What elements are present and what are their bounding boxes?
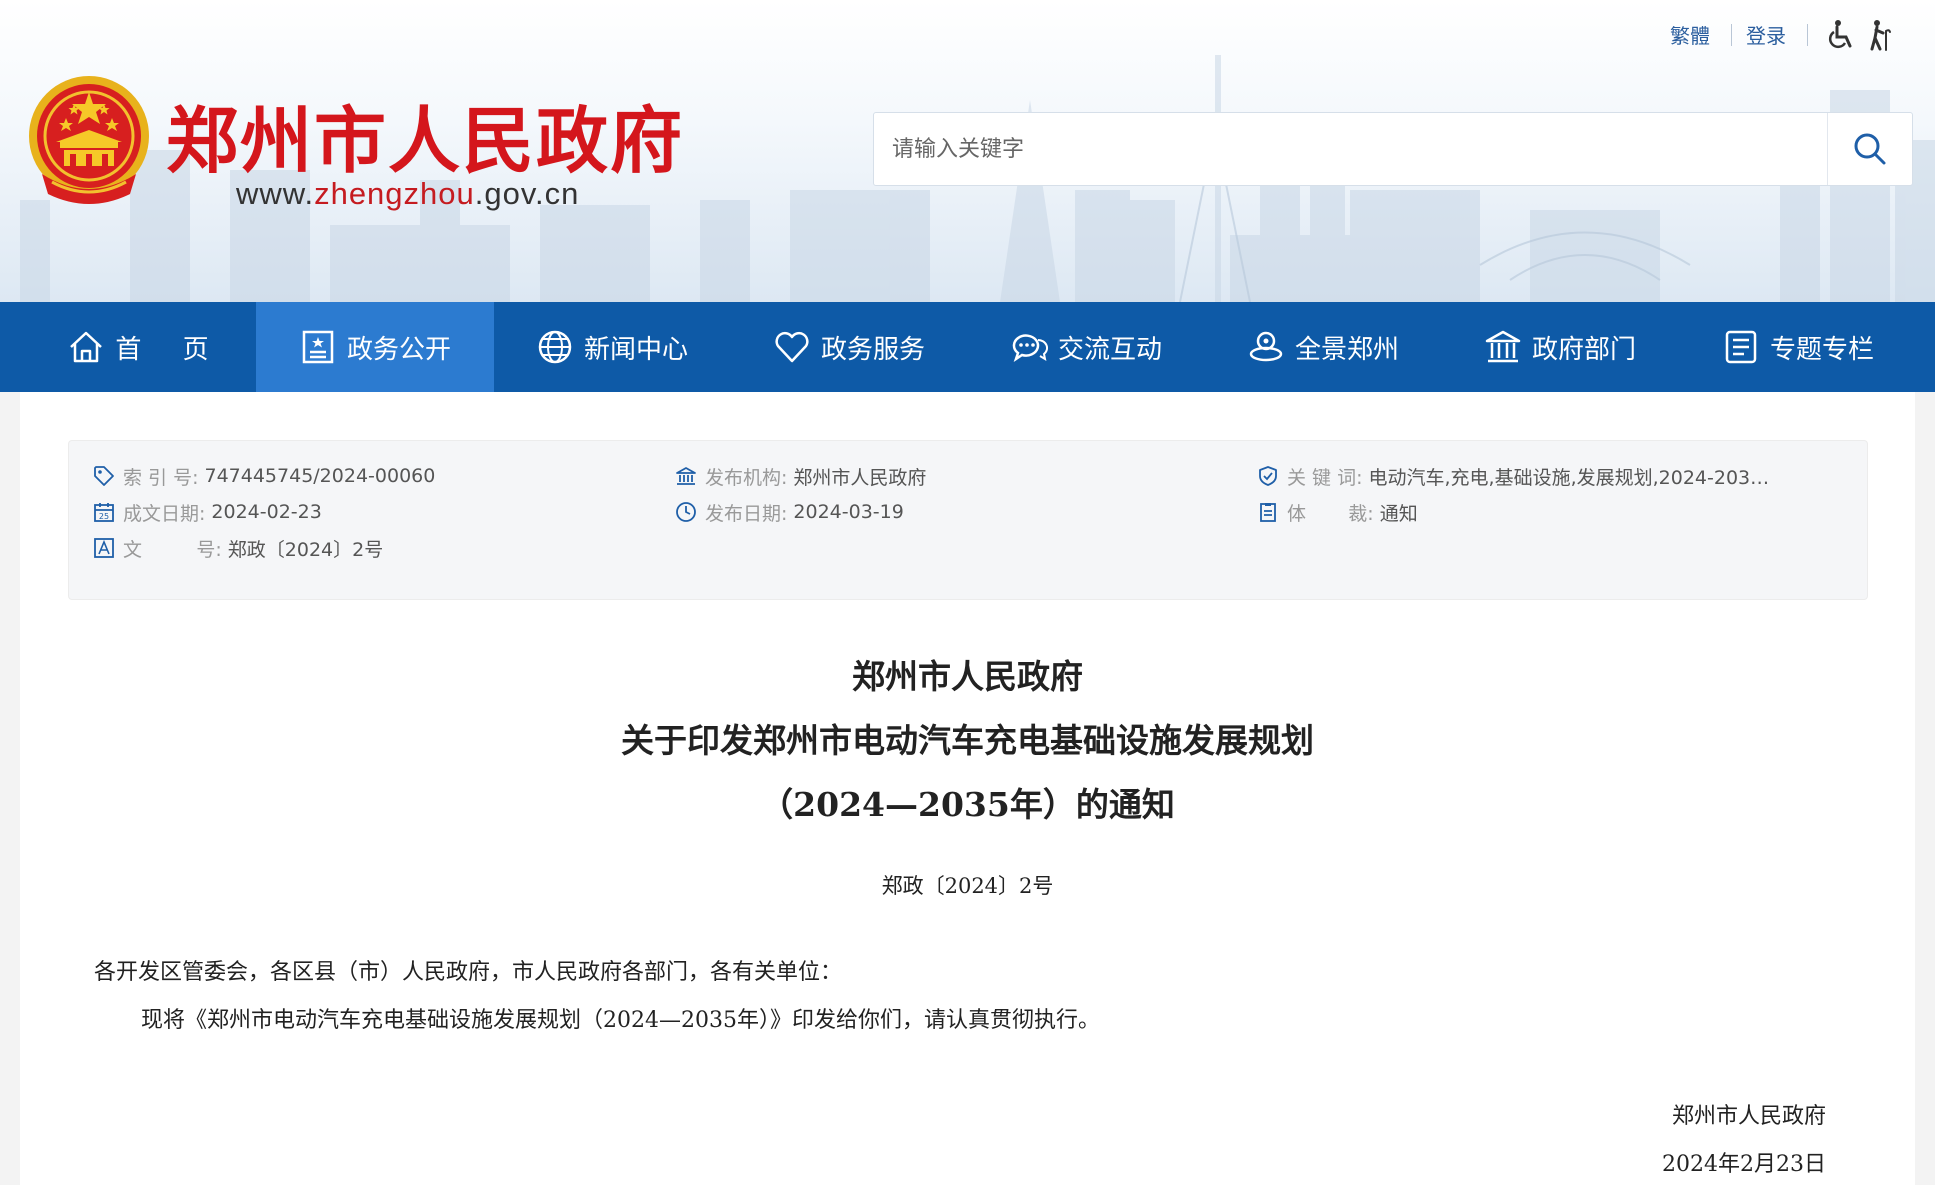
document-title-line-1: 郑州市人民政府 xyxy=(852,657,1083,696)
meta-label: 文 号: xyxy=(123,538,222,561)
meta-index-number: 索 引 号: 747445745/2024-00060 xyxy=(93,461,435,491)
top-links-bar: 繁體 登录 xyxy=(0,16,1935,56)
meta-value: 郑政〔2024〕2号 xyxy=(227,538,384,561)
wheelchair-icon[interactable] xyxy=(1824,18,1858,52)
site-url: www.zhengzhou.gov.cn xyxy=(236,176,579,212)
meta-label: 体 裁: xyxy=(1287,502,1374,525)
meta-value: 电动汽车,充电,基础设施,发展规划,2024-203… xyxy=(1368,466,1770,489)
article-content: 索 引 号: 747445745/2024-00060 25 成文日期: 202… xyxy=(20,392,1915,1185)
document-body-paragraph: 现将《郑州市电动汽车充电基础设施发展规划（2024—2035年）》印发给你们，请… xyxy=(141,1008,1100,1033)
nav-item-news-center[interactable]: 新闻中心 xyxy=(494,302,730,392)
search-box xyxy=(873,112,1913,186)
meta-label: 发布机构: xyxy=(705,466,788,489)
building-icon xyxy=(1485,330,1521,363)
nav-item-government-services[interactable]: 政务服务 xyxy=(730,302,968,392)
chat-icon xyxy=(1012,334,1048,363)
meta-value: 2024-03-19 xyxy=(793,501,904,523)
document-number: 郑政〔2024〕2号 xyxy=(881,874,1054,898)
divider xyxy=(1731,24,1732,46)
svg-text:25: 25 xyxy=(99,512,109,521)
meta-value: 郑州市人民政府 xyxy=(793,466,927,489)
list-icon xyxy=(1725,330,1757,364)
site-url-highlight: zhengzhou xyxy=(314,176,475,211)
login-link[interactable]: 登录 xyxy=(1746,20,1786,49)
nav-item-home[interactable]: 首 页 xyxy=(20,302,256,392)
tag-icon xyxy=(94,466,114,486)
meta-value: 2024-02-23 xyxy=(211,501,322,523)
nav-item-label: 专题专栏 xyxy=(1769,334,1874,365)
search-button[interactable] xyxy=(1827,113,1912,185)
divider xyxy=(1807,24,1808,46)
document-metadata-panel: 索 引 号: 747445745/2024-00060 25 成文日期: 202… xyxy=(68,440,1868,600)
meta-written-date: 25 成文日期: 2024-02-23 xyxy=(93,497,322,527)
meta-keywords: 关 键 词: 电动汽车,充电,基础设施,发展规划,2024-203… xyxy=(1257,461,1769,491)
meta-label: 关 键 词: xyxy=(1287,466,1363,489)
nav-item-label: 全景郑州 xyxy=(1294,334,1399,365)
nav-item-label: 首 页 xyxy=(115,334,209,365)
nav-item-label: 政务公开 xyxy=(346,334,451,365)
meta-document-number: 文 号: 郑政〔2024〕2号 xyxy=(93,533,383,563)
document-icon xyxy=(302,330,334,364)
meta-label: 发布日期: xyxy=(705,502,788,525)
globe-icon xyxy=(538,330,572,364)
document-signature: 郑州市人民政府 xyxy=(1671,1104,1826,1129)
national-emblem-logo[interactable] xyxy=(22,74,156,212)
site-title[interactable]: 郑州市人民政府 xyxy=(166,82,684,187)
nav-item-label: 政府部门 xyxy=(1531,334,1636,365)
site-url-suffix: .gov.cn xyxy=(474,176,580,211)
search-input[interactable] xyxy=(874,113,1829,185)
clipboard-icon xyxy=(1260,503,1276,522)
site-header: 繁體 登录 郑州市人民政府 www.zhengzhou.gov.cn 请输入关键… xyxy=(0,0,1935,302)
nav-item-government-affairs[interactable]: 政务公开 xyxy=(256,302,494,392)
nav-item-special-topics[interactable]: 专题专栏 xyxy=(1678,302,1918,392)
main-nav: 首 页 政务公开 新闻中心 政务服务 交流互动 全景郑州 政府部门 专题专栏 xyxy=(0,302,1935,392)
site-url-prefix: www. xyxy=(236,176,315,211)
shield-check-icon xyxy=(1259,466,1277,486)
elderly-icon[interactable] xyxy=(1864,18,1898,52)
meta-publish-date: 发布日期: 2024-03-19 xyxy=(675,497,904,527)
meta-publishing-org: 发布机构: 郑州市人民政府 xyxy=(675,461,926,491)
meta-value: 747445745/2024-00060 xyxy=(204,465,436,487)
search-icon xyxy=(1854,133,1886,165)
text-document-icon xyxy=(94,538,114,558)
nav-item-label: 交流互动 xyxy=(1057,334,1162,365)
meta-value: 通知 xyxy=(1379,502,1418,525)
nav-item-label: 新闻中心 xyxy=(583,334,688,365)
institution-icon xyxy=(676,467,696,485)
heart-icon xyxy=(775,332,809,363)
document-addressee: 各开发区管委会，各区县（市）人民政府，市人民政府各部门，各有关单位： xyxy=(94,960,843,985)
document-sign-date: 2024年2月23日 xyxy=(1662,1152,1826,1177)
traditional-chinese-link[interactable]: 繁體 xyxy=(1670,20,1710,49)
meta-genre: 体 裁: 通知 xyxy=(1257,497,1418,527)
calendar-icon: 25 xyxy=(94,503,114,522)
nav-item-panorama[interactable]: 全景郑州 xyxy=(1204,302,1442,392)
nav-item-interaction[interactable]: 交流互动 xyxy=(968,302,1204,392)
clock-icon xyxy=(676,502,696,522)
nav-item-departments[interactable]: 政府部门 xyxy=(1442,302,1678,392)
nav-item-label: 政务服务 xyxy=(820,334,925,365)
meta-label: 索 引 号: xyxy=(123,466,199,489)
panorama-icon xyxy=(1249,331,1283,362)
meta-label: 成文日期: xyxy=(123,502,206,525)
document-title-line-2: 关于印发郑州市电动汽车充电基础设施发展规划 xyxy=(621,721,1314,760)
home-icon xyxy=(70,331,103,363)
document-title-line-3: （2024—2035年）的通知 xyxy=(760,785,1175,824)
